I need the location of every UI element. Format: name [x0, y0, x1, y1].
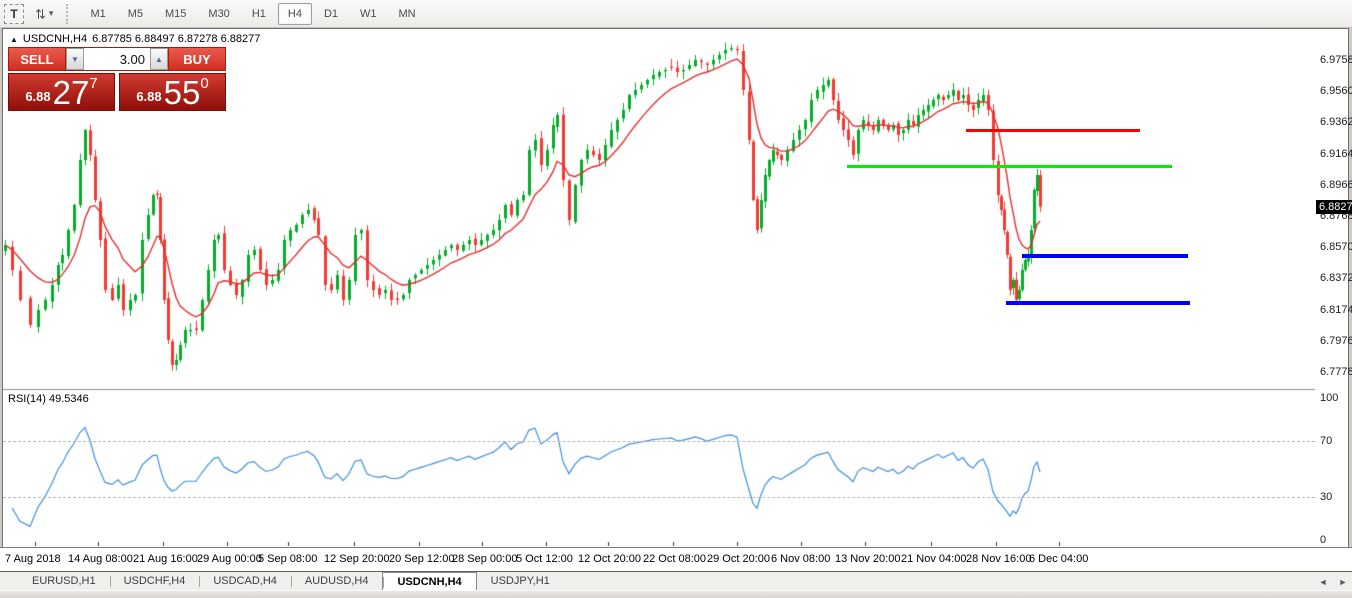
rsi-level-line-70	[3, 441, 1315, 442]
chart-symbol-period: USDCNH,H4	[23, 33, 87, 45]
price-axis-label: 6.95605	[1320, 85, 1352, 97]
buy-price-big: 55	[164, 78, 201, 108]
time-axis-label: 13 Nov 20:00	[835, 553, 900, 565]
current-price-tag: 6.88277	[1316, 200, 1352, 214]
trendline-resistance-red[interactable]	[966, 129, 1140, 132]
toolbar: T ⇄ ▾ M1M5M15M30H1H4D1W1MN	[0, 0, 1352, 28]
chart-tab-usdchf[interactable]: USDCHF,H4	[110, 572, 200, 590]
timeframe-button-mn[interactable]: MN	[389, 3, 426, 25]
price-axis-label: 6.93625	[1320, 116, 1352, 128]
text-tool-button[interactable]: T	[4, 4, 24, 24]
dropdown-caret-icon: ▾	[49, 8, 54, 19]
timeframe-button-m5[interactable]: M5	[118, 3, 153, 25]
trendline-support-blue-2[interactable]	[1006, 301, 1190, 305]
price-axis-label: 6.97585	[1320, 54, 1352, 66]
time-axis-label: 21 Nov 04:00	[901, 553, 966, 565]
application-window: T ⇄ ▾ M1M5M15M30H1H4D1W1MN ▲ USDCNH,H4 6…	[0, 0, 1352, 598]
price-axis-label: 6.89665	[1320, 179, 1352, 191]
time-axis-label: 12 Sep 20:00	[324, 553, 389, 565]
rsi-axis-label: 0	[1320, 534, 1326, 546]
buy-price-prefix: 6.88	[136, 86, 161, 108]
rsi-axis-label: 30	[1320, 491, 1332, 503]
buy-button[interactable]: BUY	[168, 47, 226, 71]
time-axis-label: 29 Oct 20:00	[707, 553, 770, 565]
cursor-tool-button[interactable]: ⇄ ▾	[32, 4, 56, 24]
timeframe-button-m30[interactable]: M30	[198, 3, 239, 25]
trendline-support-blue-1[interactable]	[1022, 254, 1188, 258]
rsi-axis-label: 70	[1320, 435, 1332, 447]
chart-tab-usdcad[interactable]: USDCAD,H4	[199, 572, 291, 590]
price-axis-label: 6.79765	[1320, 335, 1352, 347]
rsi-axis-label: 100	[1320, 392, 1338, 404]
price-axis-label: 6.81745	[1320, 304, 1352, 316]
time-axis-label: 22 Oct 08:00	[643, 553, 706, 565]
time-axis-label: 21 Aug 16:00	[133, 553, 198, 565]
time-axis-label: 14 Aug 08:00	[68, 553, 133, 565]
sell-price-display[interactable]: 6.88 27 7	[8, 73, 115, 111]
volume-decrease-button[interactable]: ▼	[66, 48, 84, 70]
chart-tab-bar: EURUSD,H1USDCHF,H4USDCAD,H4AUDUSD,H4USDC…	[0, 571, 1352, 590]
timeframe-button-m15[interactable]: M15	[155, 3, 196, 25]
buy-price-sup: 0	[200, 77, 208, 91]
buy-price-display[interactable]: 6.88 55 0	[119, 73, 226, 111]
time-axis-label: 6 Nov 08:00	[771, 553, 830, 565]
time-axis: 7 Aug 2018 14 Aug 08:0021 Aug 16:0029 Aug…	[0, 547, 1352, 572]
time-axis-label: 29 Aug 00:00	[197, 553, 262, 565]
time-axis-label: 5 Oct 12:00	[516, 553, 573, 565]
chart-tab-usdjpy[interactable]: USDJPY,H1	[477, 572, 564, 590]
rsi-indicator-label: RSI(14) 49.5346	[8, 393, 89, 405]
timeframe-button-w1[interactable]: W1	[350, 3, 387, 25]
tab-scroll-left-button[interactable]: ◄	[1316, 575, 1330, 588]
time-axis-label: 12 Oct 20:00	[578, 553, 641, 565]
chart-tab-audusd[interactable]: AUDUSD,H4	[291, 572, 383, 590]
tab-scroll-right-button[interactable]: ►	[1336, 575, 1350, 588]
time-axis-label: 6 Dec 04:00	[1029, 553, 1088, 565]
time-axis-label: 20 Sep 12:00	[389, 553, 454, 565]
chart-ohlc-values: 6.87785 6.88497 6.87278 6.88277	[92, 33, 260, 45]
time-axis-label: 28 Sep 00:00	[452, 553, 517, 565]
one-click-trading-panel: SELL ▼ ▲ BUY 6.88 27 7 6.88 55 0	[8, 47, 226, 111]
sell-price-sup: 7	[89, 77, 97, 91]
collapse-panel-icon[interactable]: ▲	[10, 35, 18, 44]
price-axis-label: 6.83725	[1320, 272, 1352, 284]
chart-title: ▲ USDCNH,H4 6.87785 6.88497 6.87278 6.88…	[10, 33, 260, 45]
sell-price-prefix: 6.88	[25, 86, 50, 108]
sell-price-big: 27	[53, 78, 90, 108]
timeframe-button-h1[interactable]: H1	[242, 3, 276, 25]
price-axis-label: 6.77785	[1320, 366, 1352, 378]
timeframe-button-m1[interactable]: M1	[80, 3, 115, 25]
timeframe-button-d1[interactable]: D1	[314, 3, 348, 25]
status-bar	[0, 590, 1352, 598]
sell-button[interactable]: SELL	[8, 47, 66, 71]
time-axis-label: 5 Sep 08:00	[258, 553, 317, 565]
price-axis-label: 6.91645	[1320, 148, 1352, 160]
time-axis-label: 28 Nov 16:00	[966, 553, 1031, 565]
time-axis-label: 7 Aug 2018	[5, 553, 61, 565]
chart-tab-eurusd[interactable]: EURUSD,H1	[18, 572, 110, 590]
toolbar-separator	[66, 4, 73, 24]
volume-spinner: ▼ ▲	[66, 47, 168, 71]
trendline-resistance-green[interactable]	[847, 165, 1172, 168]
double-arrow-icon: ⇄	[32, 8, 48, 19]
chart-tab-usdcnh[interactable]: USDCNH,H4	[382, 572, 476, 590]
timeframe-button-h4[interactable]: H4	[278, 3, 312, 25]
volume-input[interactable]	[84, 48, 150, 70]
price-axis-label: 6.85705	[1320, 241, 1352, 253]
volume-increase-button[interactable]: ▲	[150, 48, 168, 70]
rsi-level-line-30	[3, 497, 1315, 498]
